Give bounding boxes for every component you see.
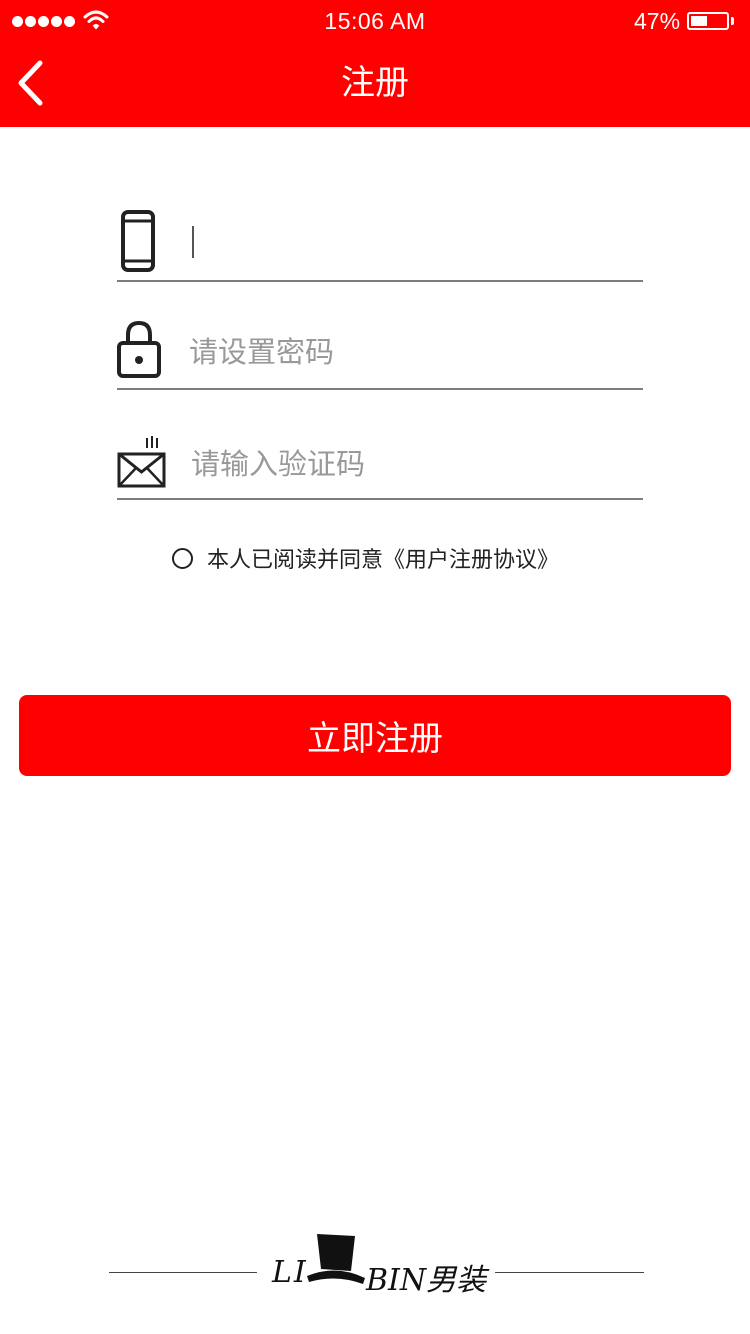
register-button[interactable]: 立即注册 <box>19 695 731 776</box>
brand-logo: LI BIN男装 <box>270 1228 490 1298</box>
verification-code-field <box>117 432 643 500</box>
text-cursor <box>192 226 194 258</box>
page-title: 注册 <box>341 63 409 103</box>
verification-code-input[interactable] <box>191 444 629 484</box>
phone-icon <box>121 210 155 272</box>
battery-nub <box>731 17 734 25</box>
status-bar: 15:06 AM 47% <box>0 0 750 44</box>
brand-text-left: LI <box>272 1255 308 1290</box>
phone-input[interactable] <box>199 223 629 263</box>
battery-percent: 47% <box>634 8 681 34</box>
lock-icon <box>117 320 161 378</box>
agreement-checkbox[interactable]: 本人已阅读并同意《用户注册协议》 <box>172 542 559 574</box>
top-hat-icon <box>307 1234 365 1284</box>
brand-text-right: BIN男装 <box>366 1263 487 1298</box>
app-header: 15:06 AM 47% 注册 <box>0 0 750 127</box>
footer-divider-left <box>109 1272 257 1273</box>
battery-icon <box>687 12 729 30</box>
radio-circle-icon[interactable] <box>172 547 193 569</box>
password-field <box>117 318 643 390</box>
password-input[interactable] <box>189 332 629 372</box>
phone-field <box>117 205 643 282</box>
envelope-icon <box>117 436 166 488</box>
footer-divider-right <box>495 1272 644 1273</box>
agreement-text[interactable]: 本人已阅读并同意《用户注册协议》 <box>207 542 559 574</box>
